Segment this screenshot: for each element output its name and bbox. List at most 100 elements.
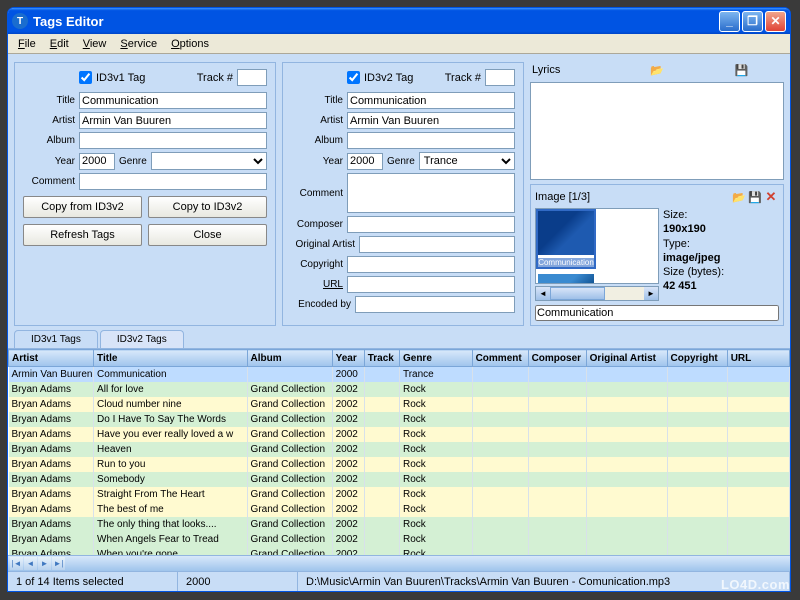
col-year[interactable]: Year [332, 350, 364, 367]
tab-id3v2[interactable]: ID3v2 Tags [100, 330, 184, 348]
table-row[interactable]: Bryan AdamsAll for loveGrand Collection2… [9, 382, 790, 397]
thumbnail-scrollbar[interactable]: ◄► [535, 286, 659, 301]
v1-genre-select[interactable] [151, 152, 267, 170]
id3v1-tag-label: ID3v1 Tag [96, 72, 145, 84]
nav-last-icon[interactable]: ►| [52, 557, 65, 570]
v2-year-input[interactable] [347, 153, 383, 170]
v2-comment-label: Comment [291, 188, 343, 199]
menu-view[interactable]: View [77, 36, 113, 52]
tab-id3v1[interactable]: ID3v1 Tags [14, 330, 98, 348]
table-row[interactable]: Bryan AdamsWhen you're goneGrand Collect… [9, 547, 790, 556]
v2-title-input[interactable] [347, 92, 515, 109]
nav-next-icon[interactable]: ► [38, 557, 51, 570]
tracks-table: Artist Title Album Year Track Genre Comm… [8, 348, 790, 555]
status-year: 2000 [178, 572, 298, 591]
lyrics-label: Lyrics [532, 64, 613, 76]
close-button[interactable]: ✕ [765, 11, 786, 32]
copy-to-id3v2-button[interactable]: Copy to ID3v2 [148, 196, 267, 218]
v2-album-label: Album [291, 135, 343, 146]
table-tabs: ID3v1 Tags ID3v2 Tags [8, 330, 790, 348]
table-row[interactable]: Bryan AdamsCloud number nineGrand Collec… [9, 397, 790, 412]
col-track[interactable]: Track [364, 350, 399, 367]
v2-origartist-input[interactable] [359, 236, 515, 253]
v1-album-input[interactable] [79, 132, 267, 149]
id3v2-enable-checkbox[interactable] [347, 71, 360, 84]
window-title: Tags Editor [33, 14, 719, 29]
close-panel-button[interactable]: Close [148, 224, 267, 246]
table-nav-bar: |◄ ◄ ► ►| [8, 555, 790, 571]
v1-comment-input[interactable] [79, 173, 267, 190]
thumbnail-2[interactable] [538, 274, 594, 284]
add-image-icon[interactable]: 📂 [731, 189, 747, 205]
v2-copyright-input[interactable] [347, 256, 515, 273]
col-genre[interactable]: Genre [399, 350, 472, 367]
v2-url-label[interactable]: URL [291, 279, 343, 290]
save-lyrics-icon[interactable]: 💾 [701, 62, 782, 78]
v2-composer-label: Composer [291, 219, 343, 230]
col-origartist[interactable]: Original Artist [586, 350, 667, 367]
refresh-tags-button[interactable]: Refresh Tags [23, 224, 142, 246]
nav-first-icon[interactable]: |◄ [10, 557, 23, 570]
table-row[interactable]: Armin Van BuurenCommunication2000Trance [9, 367, 790, 382]
table-row[interactable]: Bryan AdamsRun to youGrand Collection200… [9, 457, 790, 472]
v2-comment-textarea[interactable] [347, 173, 515, 213]
v2-composer-input[interactable] [347, 216, 515, 233]
save-image-icon[interactable]: 💾 [747, 189, 763, 205]
v2-album-input[interactable] [347, 132, 515, 149]
v2-year-label: Year [291, 156, 343, 167]
menu-file[interactable]: File [12, 36, 42, 52]
menu-options[interactable]: Options [165, 36, 215, 52]
v2-genre-select[interactable]: Trance [419, 152, 515, 170]
nav-prev-icon[interactable]: ◄ [24, 557, 37, 570]
copy-from-id3v2-button[interactable]: Copy from ID3v2 [23, 196, 142, 218]
v1-title-label: Title [23, 95, 75, 106]
col-copyright[interactable]: Copyright [667, 350, 727, 367]
table-row[interactable]: Bryan AdamsSomebodyGrand Collection2002R… [9, 472, 790, 487]
menu-service[interactable]: Service [114, 36, 163, 52]
image-desc-input[interactable] [535, 305, 779, 321]
id3v1-panel: ID3v1 Tag Track # Title Artist Album Yea… [14, 62, 276, 326]
v1-year-input[interactable] [79, 153, 115, 170]
table-row[interactable]: Bryan AdamsThe best of meGrand Collectio… [9, 502, 790, 517]
content-area: ID3v1 Tag Track # Title Artist Album Yea… [8, 54, 790, 591]
lyrics-textarea[interactable] [530, 82, 784, 180]
image-thumbnails[interactable]: Communication [535, 208, 659, 284]
id3v1-track-input[interactable] [237, 69, 267, 86]
v2-genre-label: Genre [387, 156, 415, 167]
v1-genre-label: Genre [119, 156, 147, 167]
col-album[interactable]: Album [247, 350, 332, 367]
maximize-button[interactable]: ❐ [742, 11, 763, 32]
delete-image-icon[interactable]: ✕ [763, 189, 779, 205]
menu-edit[interactable]: Edit [44, 36, 75, 52]
menubar: File Edit View Service Options [8, 34, 790, 54]
v2-artist-input[interactable] [347, 112, 515, 129]
status-path: D:\Music\Armin Van Buuren\Tracks\Armin V… [298, 572, 790, 591]
id3v2-track-input[interactable] [485, 69, 515, 86]
v2-encodedby-input[interactable] [355, 296, 515, 313]
id3v1-enable-checkbox[interactable] [79, 71, 92, 84]
v1-title-input[interactable] [79, 92, 267, 109]
table-row[interactable]: Bryan AdamsWhen Angels Fear to TreadGran… [9, 532, 790, 547]
col-composer[interactable]: Composer [528, 350, 586, 367]
v1-artist-input[interactable] [79, 112, 267, 129]
table-row[interactable]: Bryan AdamsHave you ever really loved a … [9, 427, 790, 442]
image-info: Size:190x190 Type:image/jpeg Size (bytes… [663, 208, 724, 301]
v1-year-label: Year [23, 156, 75, 167]
v2-url-input[interactable] [347, 276, 515, 293]
col-comment[interactable]: Comment [472, 350, 528, 367]
right-panel: Lyrics 📂 💾 Image [1/3] 📂 💾 ✕ [530, 62, 784, 326]
col-artist[interactable]: Artist [9, 350, 94, 367]
table-row[interactable]: Bryan AdamsThe only thing that looks....… [9, 517, 790, 532]
open-lyrics-icon[interactable]: 📂 [617, 62, 698, 78]
table-header-row[interactable]: Artist Title Album Year Track Genre Comm… [9, 350, 790, 367]
table-row[interactable]: Bryan AdamsStraight From The HeartGrand … [9, 487, 790, 502]
thumbnail-1[interactable]: Communication [538, 211, 594, 267]
col-title[interactable]: Title [94, 350, 248, 367]
id3v2-tag-label: ID3v2 Tag [364, 72, 413, 84]
v2-encodedby-label: Encoded by [291, 299, 351, 310]
table-row[interactable]: Bryan AdamsDo I Have To Say The WordsGra… [9, 412, 790, 427]
table-row[interactable]: Bryan AdamsHeavenGrand Collection2002Roc… [9, 442, 790, 457]
titlebar[interactable]: T Tags Editor _ ❐ ✕ [8, 8, 790, 34]
minimize-button[interactable]: _ [719, 11, 740, 32]
col-url[interactable]: URL [727, 350, 789, 367]
